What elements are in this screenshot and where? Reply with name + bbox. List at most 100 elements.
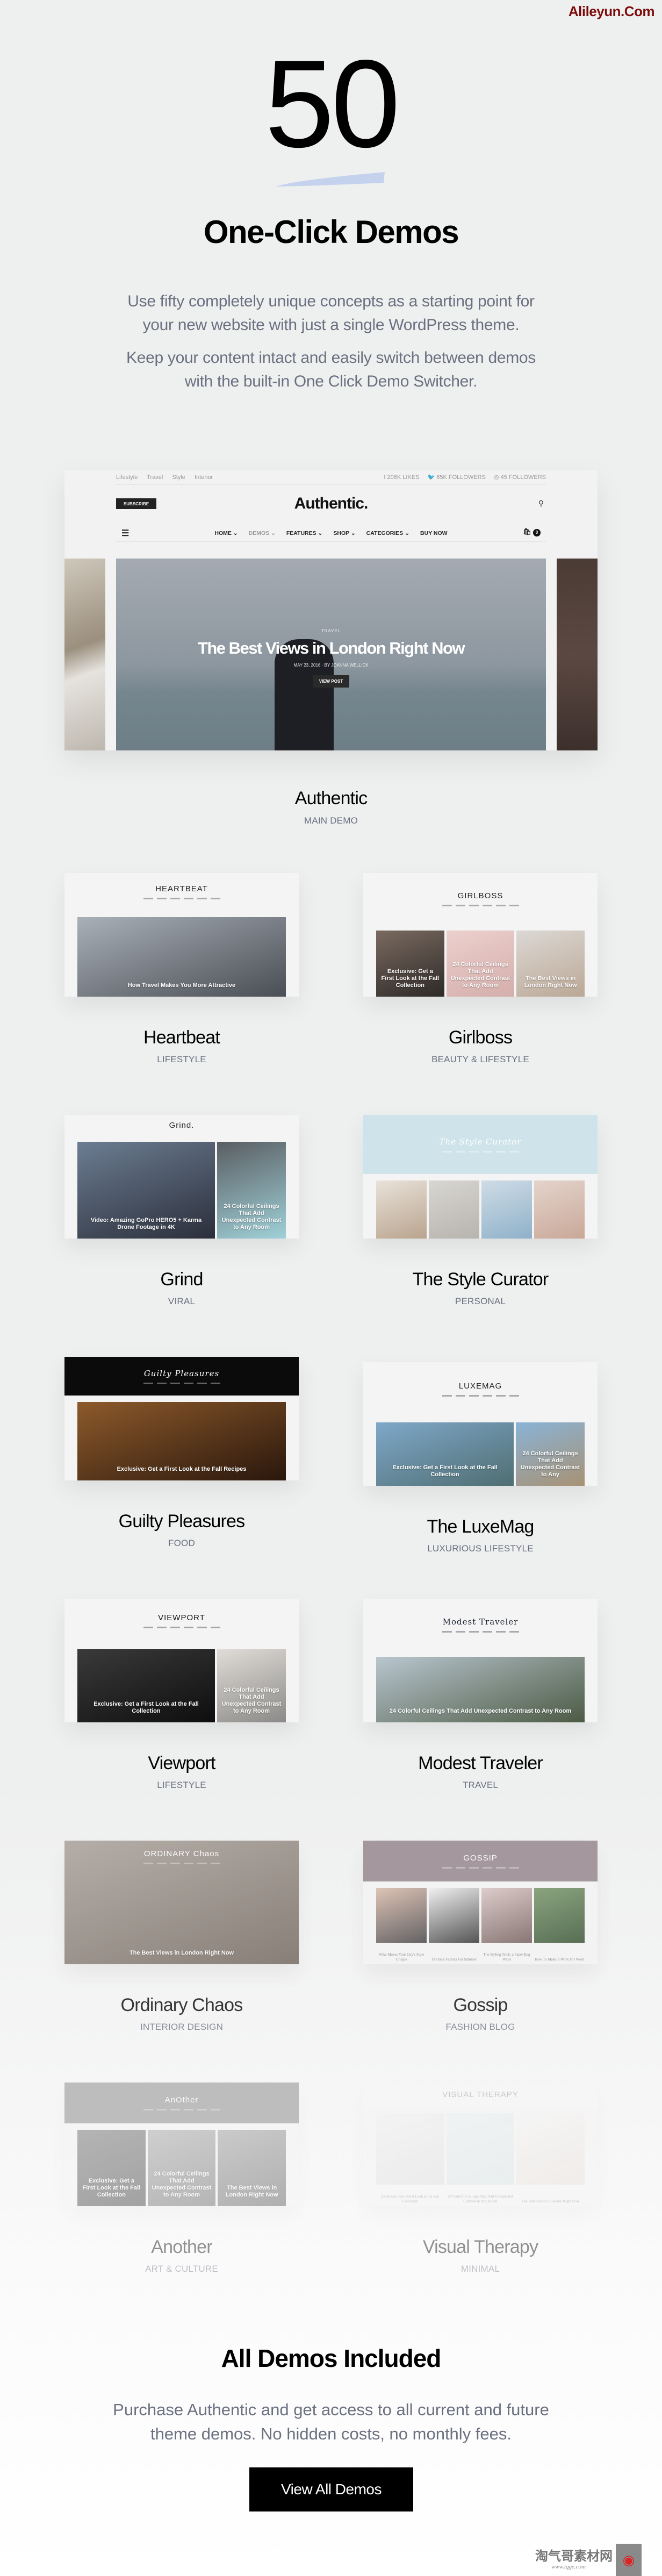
demo-thumbnail[interactable]: Grind. Video: Amazing GoPro HERO5 + Karma… [64,1115,299,1239]
thumbnail-logo: GOSSIP [463,1854,498,1863]
demo-thumbnail[interactable]: Guilty Pleasures Exclusive: Get a First L… [64,1357,299,1480]
demo-card[interactable]: The Style Curator The Style Curator PERSON… [363,1115,598,1306]
section-title: One-Click Demos [203,214,459,250]
watermark-title: 淘气哥素材网 [535,2549,613,2564]
thumbnail-posts: Video: Amazing GoPro HERO5 + Karma Drone… [77,1142,286,1239]
demo-card[interactable]: Modest Traveler 24 Colorful Ceilings That… [363,1599,598,1790]
post-headline: The Best Views in London Right Now [524,975,577,989]
thumbnail-header: ORDINARY Chaos [64,1841,299,1873]
watermark-logo-icon: ◉ [616,2544,642,2576]
post-headline: The Best Views in London Right Now [129,1950,234,1956]
demo-name[interactable]: Girlboss [363,1027,598,1048]
top-link: Interior [194,474,213,481]
demo-name[interactable]: Visual Therapy [363,2236,598,2258]
demo-card[interactable]: AnOther Exclusive: Get a First Look at th… [64,2083,299,2274]
post-caption: What Makes Your City's Style Unique [378,1952,424,1962]
demo-thumbnail[interactable]: GIRLBOSS Exclusive: Get a First Look at t… [363,873,598,997]
post-category: TRAVEL [321,628,341,633]
thumbnail-nav [143,898,220,899]
description-line: Purchase Authentic and get access to all… [113,2400,549,2419]
post-headline: Exclusive: Get a First Look at the Fall … [117,1466,247,1472]
demo-card[interactable]: ORDINARY Chaos The Best Views in London R… [64,1841,299,2032]
demo-thumbnail[interactable]: GOSSIP What Makes Your City's Style Uniqu… [363,1841,598,1964]
main-demo-preview[interactable]: Lifestyle Travel Style Interior f 206K L… [64,470,598,750]
post-image: The Best Views in London Right Now [516,2113,585,2206]
post-image: The Best Fabrics For Summer [429,1888,479,1964]
demo-thumbnail[interactable]: ORDINARY Chaos The Best Views in London R… [64,1841,299,1964]
all-demos-title: All Demos Included [221,2344,442,2372]
thumbnail-logo: The Style Curator [439,1136,522,1147]
main-demo-category: MAIN DEMO [304,815,358,826]
view-post-button: VIEW POST [312,675,350,688]
post-image [481,1180,532,1239]
demo-name[interactable]: Guilty Pleasures [64,1511,299,1532]
demo-name[interactable]: Another [64,2236,299,2258]
post-headline: Exclusive: Get a First Look at the Fall … [381,968,440,989]
demo-category: BEAUTY & LIFESTYLE [431,1054,529,1064]
thumbnail-nav [442,904,519,906]
demo-card[interactable]: VIEWPORT Exclusive: Get a First Look at t… [64,1599,299,1790]
demo-name[interactable]: Ordinary Chaos [64,1994,299,2016]
thumbnail-posts [376,1180,585,1239]
post-image: Video: Amazing GoPro HERO5 + Karma Drone… [77,1142,215,1239]
demo-category: LIFESTYLE [157,1054,206,1064]
post-image: 24 Colorful Ceilings That Add Unexpected… [217,1649,286,1722]
post-headline: 24 Colorful Ceilings That Add Unexpected… [389,1708,572,1714]
post-caption: How To Make It Work For Work [535,1957,584,1962]
thumbnail-posts: How Travel Makes You More Attractive [77,917,286,997]
demo-thumbnail[interactable]: LUXEMAG Exclusive: Get a First Look at th… [363,1362,598,1486]
demo-card[interactable]: GOSSIP What Makes Your City's Style Uniqu… [363,1841,598,2032]
demo-name[interactable]: The LuxeMag [363,1516,598,1537]
intro-line: your new website with just a single Word… [142,316,520,334]
demo-card[interactable]: Guilty Pleasures Exclusive: Get a First L… [64,1357,299,1548]
post-headline: How Travel Makes You More Attractive [127,982,236,989]
demo-name[interactable]: Gossip [363,1994,598,2016]
post-image: Exclusive: Get a First Look at the Fall … [376,1422,514,1486]
intro-line: with the built-in One Click Demo Switche… [184,373,478,390]
thumbnail-logo: VISUAL THERAPY [442,2090,519,2099]
thumbnail-header: HEARTBEAT [64,873,299,911]
post-image: Exclusive: Get a First Look at the Fall … [77,1402,286,1480]
watermark-top: Alileyun.Com [568,3,655,19]
demo-thumbnail[interactable]: The Style Curator [363,1115,598,1239]
demo-card[interactable]: VISUAL THERAPY Exclusive: Get a First Loo… [363,2083,598,2274]
thumbnail-logo: HEARTBEAT [155,884,208,893]
preview-logo: Authentic. [294,495,369,512]
main-demo-name[interactable]: Authentic [0,788,662,809]
post-image: 24 Colorful Ceilings That Add Unexpected… [217,1142,286,1239]
post-headline: Video: Amazing GoPro HERO5 + Karma Drone… [90,1217,202,1230]
thumbnail-header: LUXEMAG [363,1362,598,1416]
demo-category: ART & CULTURE [145,2264,218,2274]
thumbnail-posts: Exclusive: Get a First Look at the Fall … [77,1402,286,1480]
demo-category: LUXURIOUS LIFESTYLE [427,1543,534,1554]
thumbnail-header: VISUAL THERAPY [363,2083,598,2107]
description-line: theme demos. No hidden costs, no monthly… [150,2424,512,2443]
facebook-count: f 206K LIKES [384,474,420,481]
thumbnail-posts: Exclusive: Get a First Look at the Fall … [376,931,585,997]
demo-thumbnail[interactable]: VISUAL THERAPY Exclusive: Get a First Loo… [363,2083,598,2206]
demo-card[interactable]: Grind. Video: Amazing GoPro HERO5 + Karma… [64,1115,299,1306]
demo-card[interactable]: GIRLBOSS Exclusive: Get a First Look at t… [363,873,598,1064]
preview-nav: ☰ HOME ⌄ DEMOS ⌄ FEATURES ⌄ SHOP ⌄ CATEG… [116,525,546,542]
demo-name[interactable]: Grind [64,1269,299,1290]
demo-thumbnail[interactable]: AnOther Exclusive: Get a First Look at th… [64,2083,299,2206]
demo-category: FASHION BLOG [445,2022,515,2032]
demo-thumbnail[interactable]: Modest Traveler 24 Colorful Ceilings That… [363,1599,598,1722]
demo-card[interactable]: HEARTBEAT How Travel Makes You More Attra… [64,873,299,1064]
demo-card[interactable]: LUXEMAG Exclusive: Get a First Look at th… [363,1362,598,1554]
search-icon: ⚲ [538,499,544,507]
demo-thumbnail[interactable]: VIEWPORT Exclusive: Get a First Look at t… [64,1599,299,1722]
intro-line: Use fifty completely unique concepts as … [127,292,535,310]
demo-thumbnail[interactable]: HEARTBEAT How Travel Makes You More Attra… [64,873,299,997]
post-headline: Exclusive: Get a First Look at the Fall … [82,2178,141,2198]
view-all-demos-button[interactable]: View All Demos [249,2467,413,2511]
post-image: Exclusive: Get a First Look at the Fall … [376,2113,444,2206]
demo-category: VIRAL [168,1296,196,1306]
thumbnail-header: GOSSIP [363,1841,598,1881]
demo-name[interactable]: Viewport [64,1752,299,1774]
watermark-bottom: 淘气哥素材网 www.tqge.com ◉ [535,2544,662,2576]
demo-name[interactable]: Heartbeat [64,1027,299,1048]
top-link: Style [172,474,185,481]
demo-name[interactable]: The Style Curator [363,1269,598,1290]
demo-name[interactable]: Modest Traveler [363,1752,598,1774]
